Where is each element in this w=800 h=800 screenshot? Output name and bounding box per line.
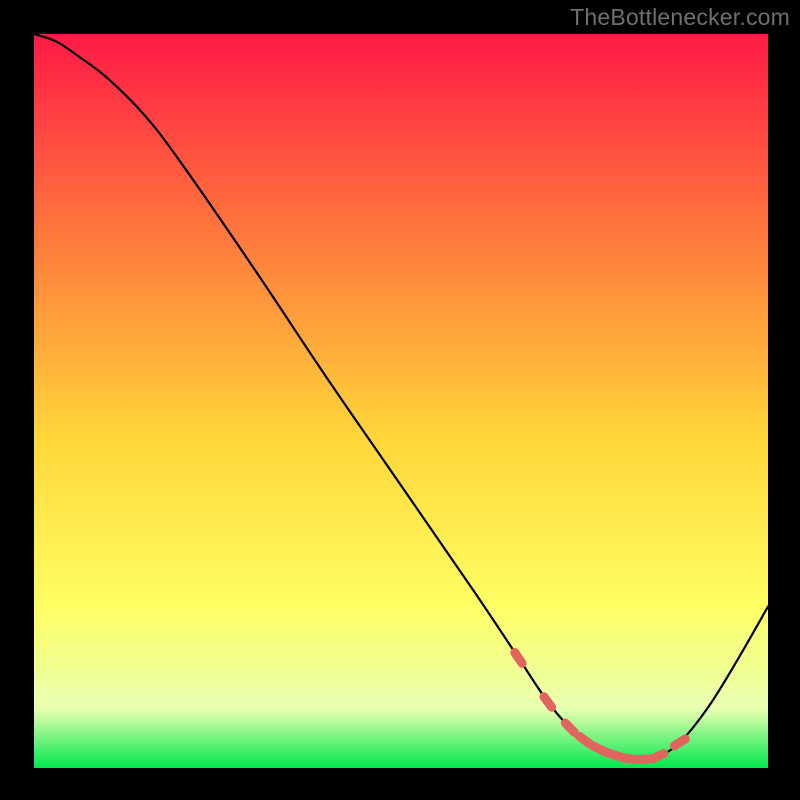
marker-dot	[544, 697, 552, 707]
gradient-background	[34, 34, 768, 768]
marker-dot	[652, 754, 664, 759]
marker-dot	[593, 746, 605, 752]
chart-container: TheBottlenecker.com	[0, 0, 800, 800]
marker-dot	[579, 736, 590, 744]
marker-dot	[515, 652, 522, 663]
plot-area	[34, 34, 768, 768]
watermark-text: TheBottlenecker.com	[570, 4, 790, 31]
chart-svg	[34, 34, 768, 768]
marker-dot	[674, 739, 685, 746]
